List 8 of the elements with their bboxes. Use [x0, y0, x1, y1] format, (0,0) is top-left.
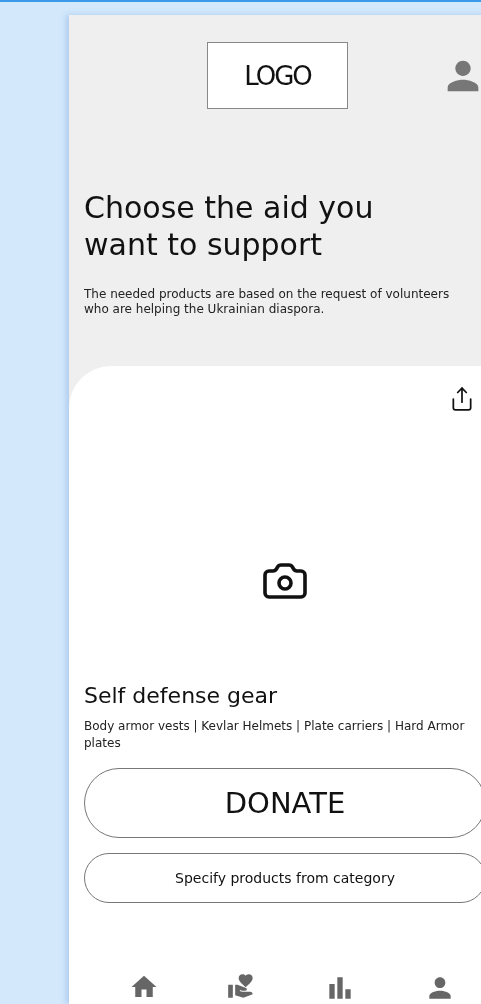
category-items: Body armor vests | Kevlar Helmets | Plate carriers | Hard Armor plates — [84, 718, 466, 752]
page-subtitle: The needed products are based on the request of volunteers who are helping the Ukrainian diaspora. — [84, 287, 451, 317]
donate-button[interactable]: DONATE — [84, 768, 481, 838]
share-button[interactable] — [449, 386, 475, 412]
specify-button[interactable]: Specify products from category — [84, 853, 481, 903]
category-name: Self defense gear — [84, 683, 279, 708]
logo: LOGO — [207, 42, 348, 109]
page-title: Choose the aid you want to support — [84, 189, 375, 263]
